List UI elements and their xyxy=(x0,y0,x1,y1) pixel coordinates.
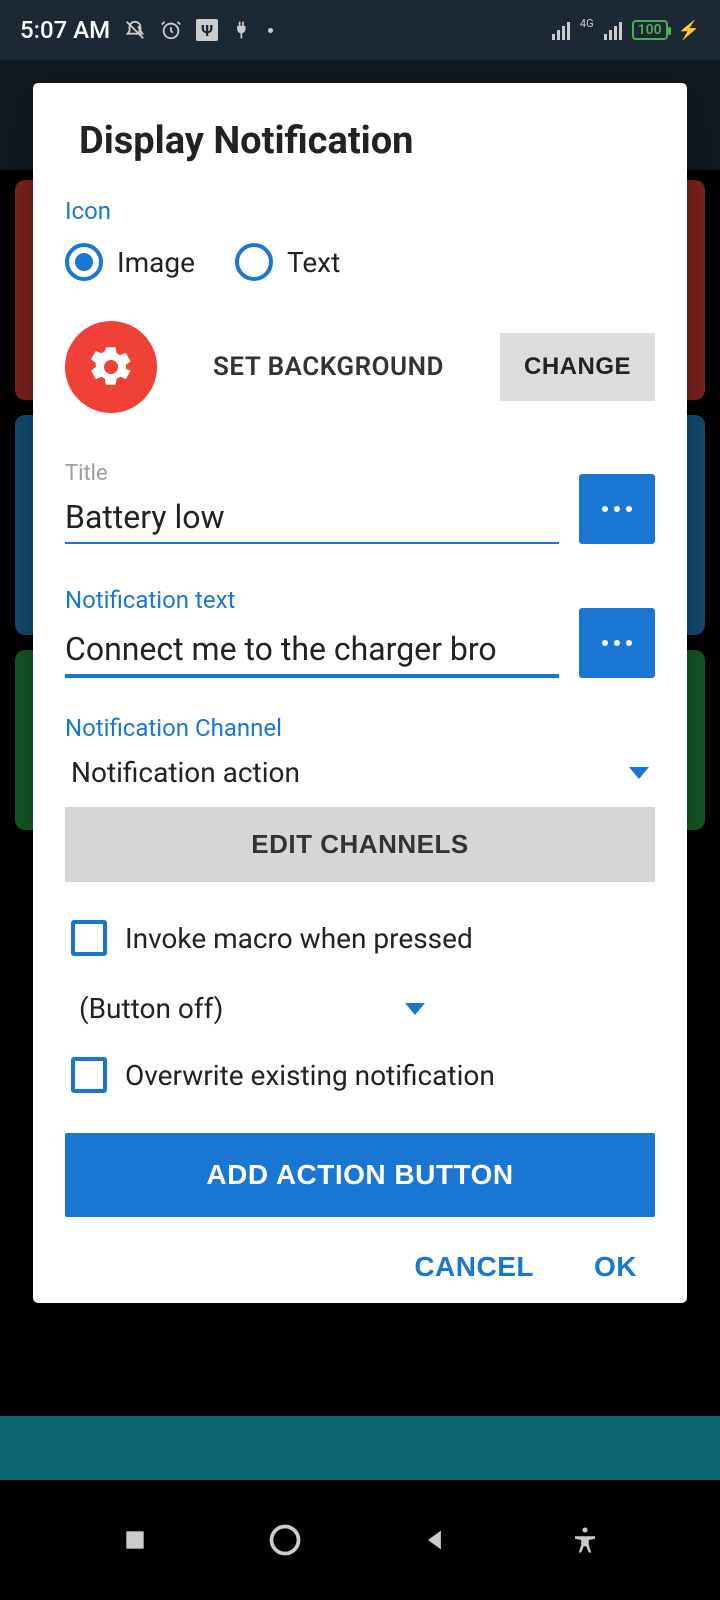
mute-icon xyxy=(124,19,146,41)
status-time: 5:07 AM xyxy=(20,16,110,44)
triangle-left-icon xyxy=(421,1526,449,1554)
usb-icon: Ψ xyxy=(196,19,218,41)
nav-back-button[interactable] xyxy=(415,1520,455,1560)
button-off-dropdown[interactable]: (Button off) xyxy=(65,988,431,1057)
notification-icon-preview[interactable] xyxy=(65,321,157,413)
channel-label: Notification Channel xyxy=(65,714,655,742)
signal-icon xyxy=(552,20,570,40)
nav-home-button[interactable] xyxy=(265,1520,305,1560)
status-bar: 5:07 AM Ψ 4G 100 ⚡ xyxy=(0,0,720,60)
title-more-button[interactable] xyxy=(579,474,655,544)
change-button[interactable]: CHANGE xyxy=(500,333,655,401)
add-action-button[interactable]: ADD ACTION BUTTON xyxy=(65,1133,655,1217)
dialog-actions: CANCEL OK xyxy=(65,1241,655,1291)
invoke-macro-label: Invoke macro when pressed xyxy=(125,922,473,955)
notification-text-label: Notification text xyxy=(65,586,559,614)
icon-preview-row: SET BACKGROUND CHANGE xyxy=(65,321,655,413)
radio-text-label: Text xyxy=(287,246,340,279)
alarm-icon xyxy=(160,19,182,41)
notification-text-more-button[interactable] xyxy=(579,608,655,678)
dots-icon xyxy=(602,506,632,512)
dots-icon xyxy=(602,640,632,646)
nav-recent-button[interactable] xyxy=(115,1520,155,1560)
plug-icon xyxy=(232,19,254,41)
dot-icon xyxy=(268,28,273,33)
accessibility-icon xyxy=(570,1525,600,1555)
status-right: 4G 100 ⚡ xyxy=(552,20,700,41)
edit-channels-button[interactable]: EDIT CHANNELS xyxy=(65,807,655,882)
channel-dropdown[interactable]: Notification action xyxy=(65,750,655,807)
radio-image-label: Image xyxy=(117,246,195,279)
notification-text-row: Notification text Connect me to the char… xyxy=(65,586,655,678)
title-field-label: Title xyxy=(65,461,559,486)
radio-text-indicator xyxy=(235,243,273,281)
invoke-macro-checkbox[interactable] xyxy=(71,920,107,956)
ok-button[interactable]: OK xyxy=(594,1251,637,1283)
gear-icon xyxy=(87,343,135,391)
overwrite-checkbox[interactable] xyxy=(71,1057,107,1093)
overwrite-label: Overwrite existing notification xyxy=(125,1059,495,1092)
chevron-down-icon xyxy=(629,767,649,779)
overwrite-row[interactable]: Overwrite existing notification xyxy=(65,1057,655,1093)
icon-radio-group: Image Text xyxy=(65,243,655,281)
icon-section-label: Icon xyxy=(65,197,655,225)
title-input[interactable]: Battery low xyxy=(65,492,559,544)
invoke-macro-row[interactable]: Invoke macro when pressed xyxy=(65,920,655,956)
navigation-bar xyxy=(0,1480,720,1600)
button-off-value: (Button off) xyxy=(79,992,223,1025)
channel-value: Notification action xyxy=(71,756,300,789)
title-row: Title Battery low xyxy=(65,461,655,544)
status-left: 5:07 AM Ψ xyxy=(20,16,273,44)
dialog-title: Display Notification xyxy=(65,119,655,163)
nav-accessibility-button[interactable] xyxy=(565,1520,605,1560)
bottom-strip xyxy=(0,1416,720,1480)
square-icon xyxy=(122,1527,148,1553)
chevron-down-icon xyxy=(405,1003,425,1015)
radio-image[interactable]: Image xyxy=(65,243,195,281)
set-background-label: SET BACKGROUND xyxy=(177,352,480,382)
notification-text-input[interactable]: Connect me to the charger bro xyxy=(65,624,559,678)
circle-icon xyxy=(267,1522,303,1558)
network-label: 4G xyxy=(580,17,594,30)
battery-icon: 100 xyxy=(632,20,668,40)
cancel-button[interactable]: CANCEL xyxy=(414,1251,534,1283)
charging-icon: ⚡ xyxy=(678,20,700,41)
radio-image-indicator xyxy=(65,243,103,281)
radio-text[interactable]: Text xyxy=(235,243,340,281)
signal-icon-2 xyxy=(604,20,622,40)
display-notification-dialog: Display Notification Icon Image Text SET… xyxy=(33,83,687,1303)
